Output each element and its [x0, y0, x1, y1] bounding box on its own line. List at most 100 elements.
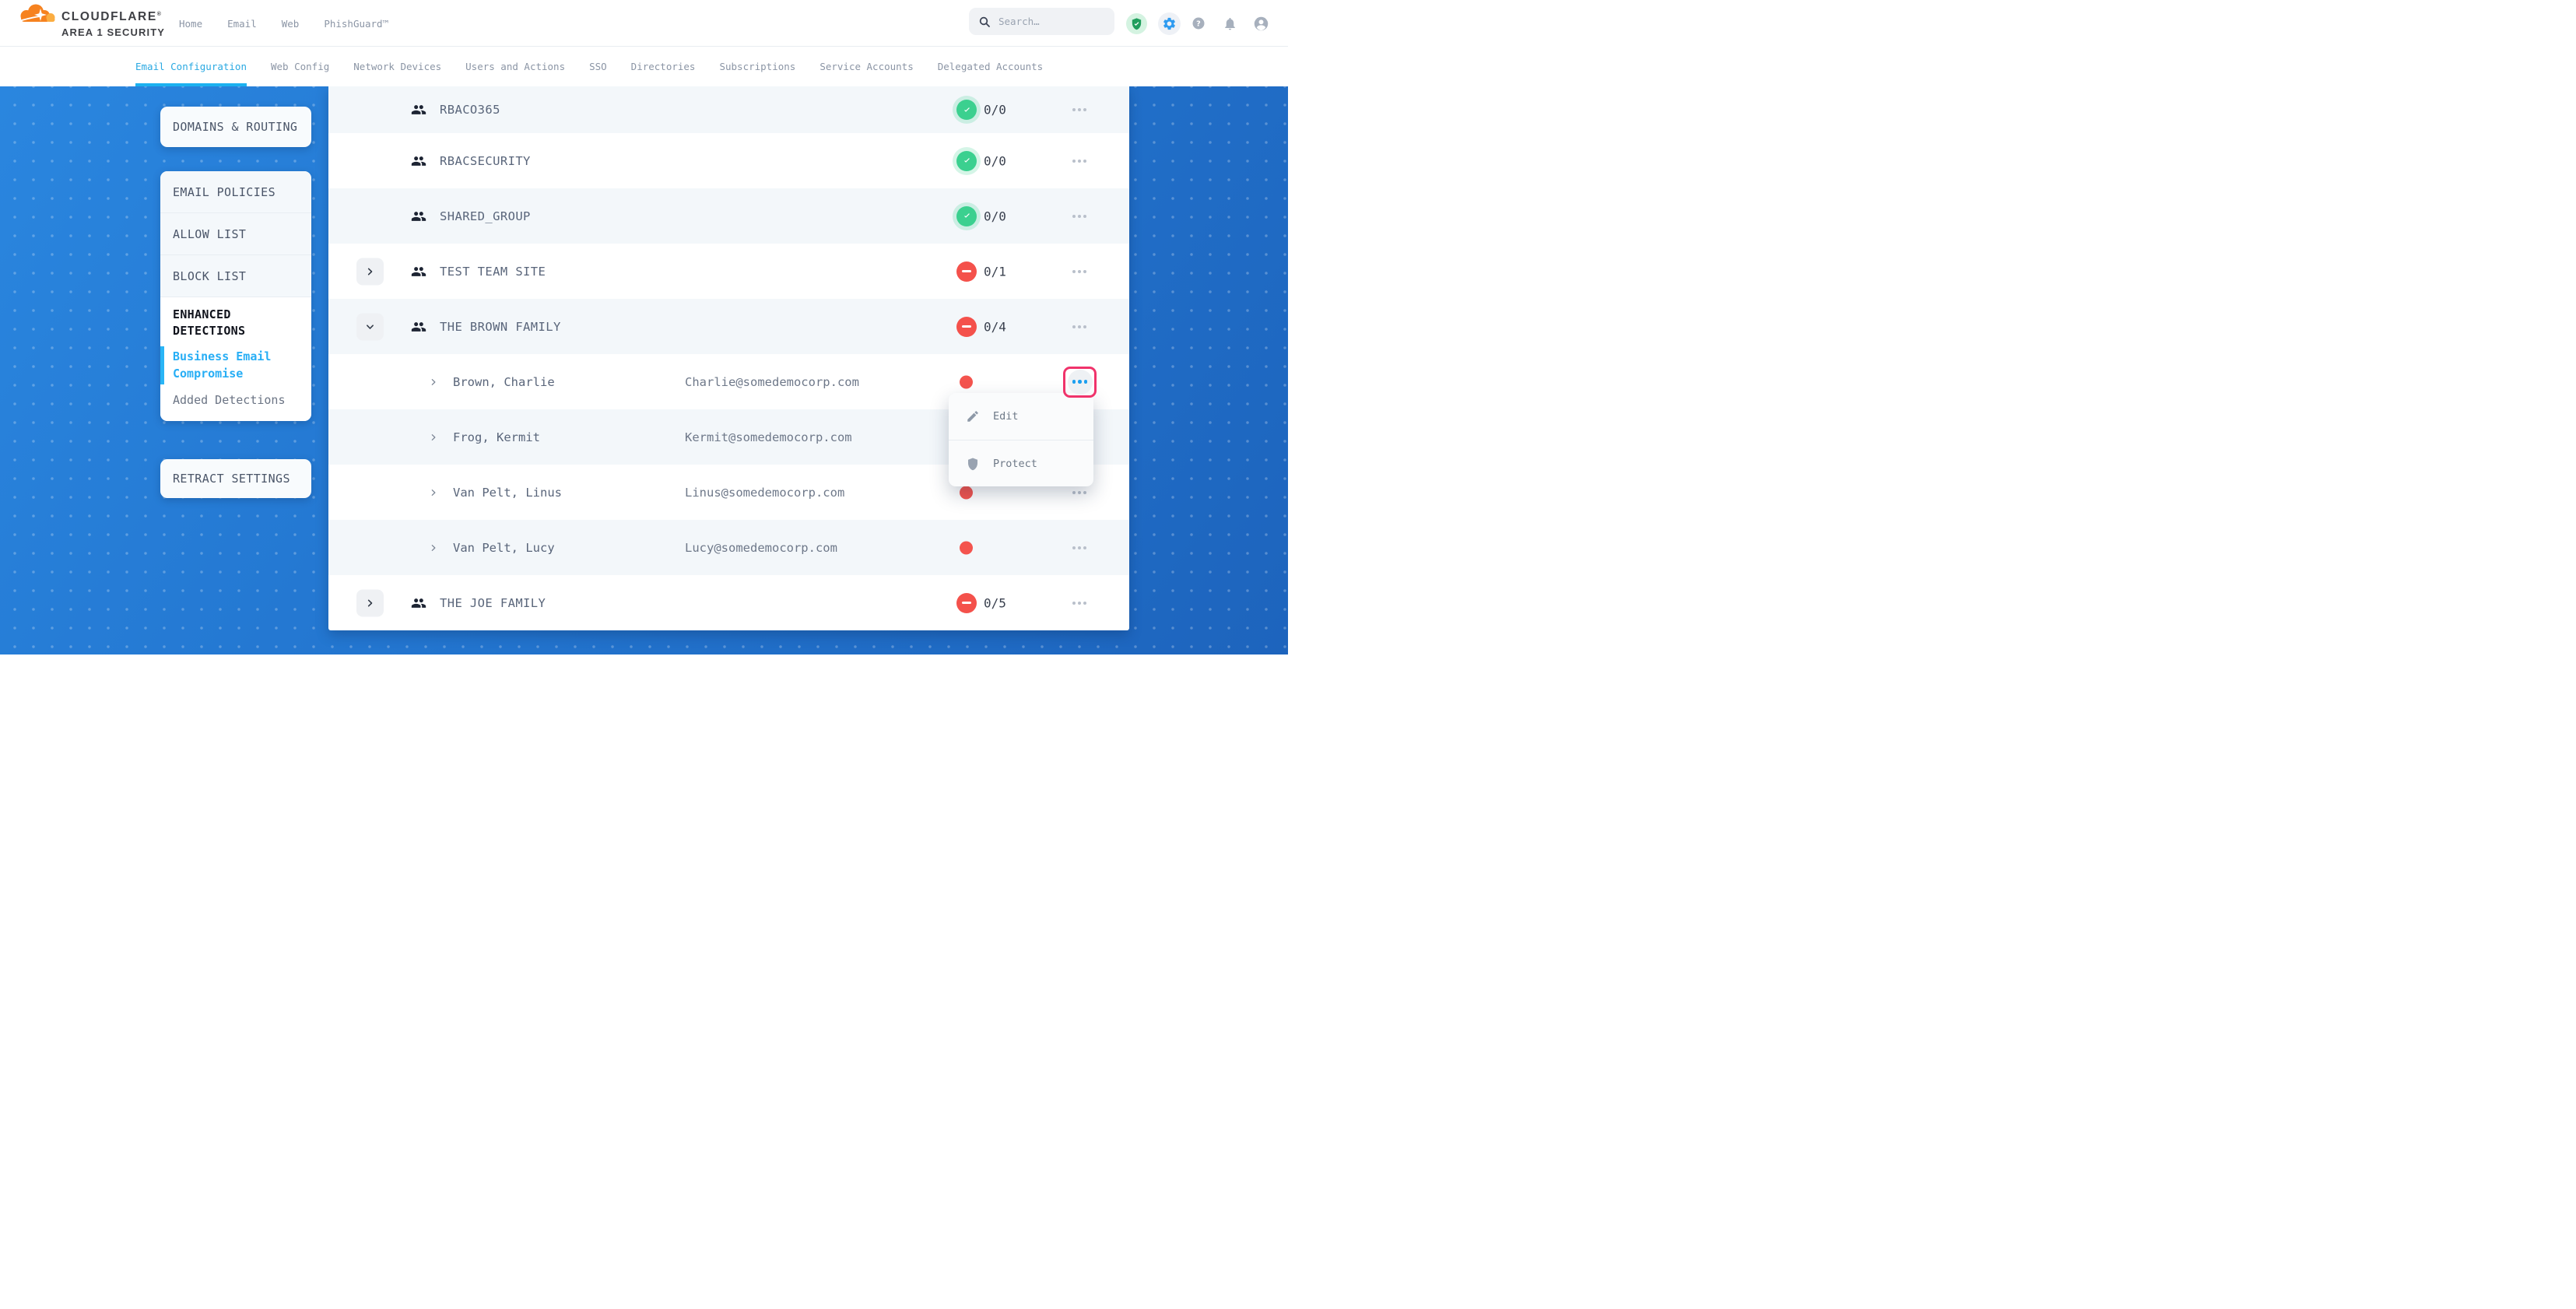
- chevron-down-icon: [366, 322, 374, 331]
- member-chevron-icon: [430, 544, 437, 552]
- more-button[interactable]: [1065, 589, 1093, 617]
- status-pass-badge: [956, 151, 977, 171]
- chevron-right-icon: [366, 598, 374, 607]
- sidebar-label: DOMAINS & ROUTING: [173, 120, 297, 134]
- protected-count: 0/5: [984, 595, 1006, 610]
- brand-name: CLOUDFLARE: [61, 10, 157, 23]
- avatar-icon: [1253, 16, 1269, 32]
- member-email: Charlie@somedemocorp.com: [685, 375, 859, 389]
- group-name: THE JOE FAMILY: [440, 596, 546, 610]
- more-button-highlighted[interactable]: [1063, 367, 1097, 398]
- group-icon: [411, 319, 426, 335]
- group-icon: [411, 102, 426, 118]
- member-name: Brown, Charlie: [453, 375, 555, 389]
- tab-email-configuration[interactable]: Email Configuration: [135, 47, 247, 86]
- nav-phishguard[interactable]: PhishGuard™: [324, 18, 388, 30]
- status-dot: [960, 541, 973, 554]
- svg-text:?: ?: [1196, 19, 1201, 28]
- cloudflare-cloud-logo: [16, 3, 59, 25]
- settings-button[interactable]: [1158, 0, 1181, 47]
- menu-item-label: Edit: [993, 410, 1019, 423]
- more-button[interactable]: [1065, 258, 1093, 286]
- member-name: Van Pelt, Lucy: [453, 541, 555, 555]
- protected-count: 0/0: [984, 153, 1006, 168]
- menu-item-label: Protect: [993, 458, 1037, 470]
- shield-check-icon: [1126, 13, 1147, 34]
- sidebar-item-domains-routing[interactable]: DOMAINS & ROUTING: [160, 107, 311, 147]
- account-button[interactable]: [1253, 0, 1269, 47]
- tab-network-devices[interactable]: Network Devices: [353, 47, 441, 86]
- sidebar-item-retract-settings[interactable]: RETRACT SETTINGS: [160, 459, 311, 498]
- gear-icon: [1158, 12, 1181, 35]
- table-row: TEST TEAM SITE 0/1: [328, 244, 1129, 299]
- protected-count: 0/0: [984, 209, 1006, 223]
- ellipsis-icon: [1072, 108, 1086, 111]
- search-box[interactable]: [969, 8, 1114, 35]
- ellipsis-icon: [1072, 546, 1086, 549]
- tab-delegated-accounts[interactable]: Delegated Accounts: [938, 47, 1043, 86]
- tab-service-accounts[interactable]: Service Accounts: [819, 47, 913, 86]
- content-panel: DOMAINS & ROUTING EMAIL POLICIES ALLOW L…: [0, 86, 1288, 654]
- nav-web[interactable]: Web: [282, 18, 300, 30]
- sidebar-label: BLOCK LIST: [173, 269, 246, 283]
- tab-subscriptions[interactable]: Subscriptions: [719, 47, 795, 86]
- tab-web-config[interactable]: Web Config: [271, 47, 329, 86]
- group-icon: [411, 595, 426, 611]
- ellipsis-icon: [1072, 325, 1086, 328]
- more-button[interactable]: [1065, 313, 1093, 341]
- tab-directories[interactable]: Directories: [631, 47, 696, 86]
- sidebar-item-block-list[interactable]: BLOCK LIST: [160, 255, 311, 297]
- search-input[interactable]: [998, 16, 1100, 27]
- member-email: Linus@somedemocorp.com: [685, 486, 844, 500]
- nav-email[interactable]: Email: [227, 18, 257, 30]
- more-button[interactable]: [1065, 147, 1093, 175]
- member-name: Van Pelt, Linus: [453, 486, 562, 500]
- protected-count: 0/1: [984, 264, 1006, 279]
- chevron-right-icon: [366, 267, 374, 275]
- table-row: THE BROWN FAMILY 0/4: [328, 299, 1129, 354]
- brand-subtitle: AREA 1 SECURITY: [61, 26, 165, 38]
- groups-table: RBACO365 0/0 RBACSECURITY 0/0 SHARED_GRO…: [328, 86, 1129, 630]
- nav-home[interactable]: Home: [179, 18, 202, 30]
- status-pass-badge: [956, 100, 977, 120]
- status-dot: [960, 375, 973, 388]
- ellipsis-icon: [1072, 491, 1086, 494]
- ellipsis-icon: [1072, 602, 1086, 605]
- sidebar-label: EMAIL POLICIES: [173, 185, 275, 199]
- collapse-button[interactable]: [356, 313, 384, 340]
- sidebar-item-email-policies[interactable]: EMAIL POLICIES: [160, 171, 311, 213]
- help-button[interactable]: ?: [1191, 0, 1206, 47]
- protection-status-button[interactable]: [1126, 0, 1147, 47]
- tab-sso[interactable]: SSO: [589, 47, 607, 86]
- sidebar-policies-card: EMAIL POLICIES ALLOW LIST BLOCK LIST ENH…: [160, 171, 311, 421]
- menu-item-protect[interactable]: Protect: [949, 440, 1093, 486]
- app-window: CLOUDFLARE® AREA 1 SECURITY Home Email W…: [0, 0, 1288, 654]
- protected-count: 0/0: [984, 103, 1006, 118]
- sidebar-item-business-email-compromise[interactable]: Business Email Compromise: [173, 349, 299, 382]
- tab-users-and-actions[interactable]: Users and Actions: [465, 47, 565, 86]
- sidebar-enhanced-detections-section: ENHANCED DETECTIONS Business Email Compr…: [160, 297, 311, 421]
- expand-button[interactable]: [356, 258, 384, 285]
- more-button[interactable]: [1065, 96, 1093, 124]
- protected-count: 0/4: [984, 319, 1006, 334]
- row-context-menu: Edit Protect: [949, 393, 1093, 486]
- group-name: THE BROWN FAMILY: [440, 320, 561, 334]
- status-dot: [960, 486, 973, 499]
- sidebar-item-allow-list[interactable]: ALLOW LIST: [160, 213, 311, 255]
- app-header: CLOUDFLARE® AREA 1 SECURITY Home Email W…: [0, 0, 1288, 47]
- menu-item-edit[interactable]: Edit: [949, 393, 1093, 440]
- group-name: RBACO365: [440, 103, 500, 117]
- status-pass-badge: [956, 206, 977, 226]
- group-icon: [411, 264, 426, 279]
- member-chevron-icon: [430, 433, 437, 441]
- member-chevron-icon: [430, 489, 437, 497]
- ellipsis-icon: [1072, 160, 1086, 163]
- member-name: Frog, Kermit: [453, 430, 540, 444]
- more-button[interactable]: [1065, 202, 1093, 230]
- sidebar-item-added-detections[interactable]: Added Detections: [173, 392, 299, 409]
- enhanced-detections-heading: ENHANCED DETECTIONS: [173, 307, 299, 339]
- notifications-button[interactable]: [1223, 0, 1237, 47]
- logo-text: CLOUDFLARE® AREA 1 SECURITY: [61, 10, 165, 38]
- expand-button[interactable]: [356, 589, 384, 616]
- more-button[interactable]: [1065, 534, 1093, 562]
